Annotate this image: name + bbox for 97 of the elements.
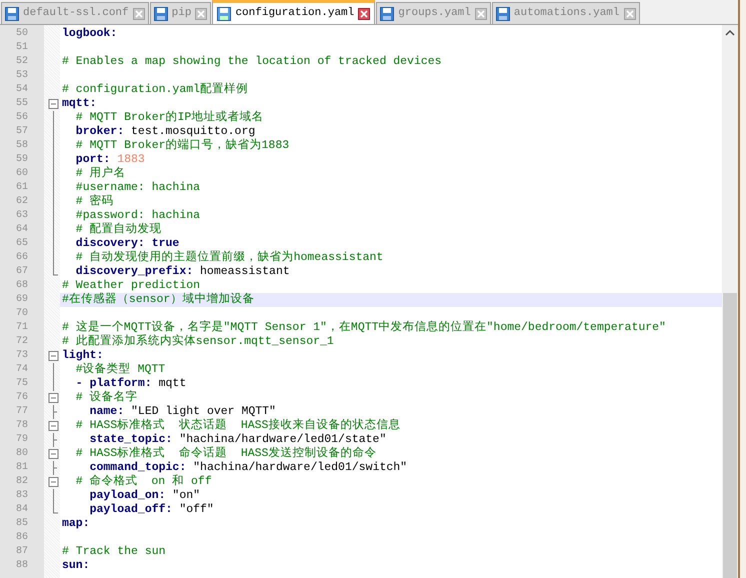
yaml-value: mqtt <box>158 377 186 390</box>
yaml-key: port: <box>62 153 110 166</box>
yaml-key: sun: <box>62 559 90 572</box>
code-comment: # HASS标准格式 状态话题 HASS接收来自设备的状态信息 <box>74 419 400 432</box>
line-number: 74 <box>16 363 28 377</box>
yaml-number: 1883 <box>116 153 145 166</box>
fold-toggle-icon[interactable] <box>48 391 59 405</box>
yaml-key: - platform: <box>62 377 152 390</box>
line-number: 62 <box>16 195 28 209</box>
line-number: 79 <box>16 433 28 447</box>
line-number: 87 <box>16 545 28 559</box>
line-number: 52 <box>16 55 28 69</box>
yaml-key: mqtt: <box>62 97 97 110</box>
close-icon[interactable] <box>358 8 370 20</box>
yaml-key: light: <box>62 349 104 362</box>
line-number: 67 <box>16 265 28 279</box>
yaml-key: name: <box>62 405 124 418</box>
line-number: 61 <box>16 181 28 195</box>
yaml-value: "on" <box>171 489 200 502</box>
file-tab[interactable]: default-ssl.conf <box>1 2 149 24</box>
line-number: 81 <box>16 461 28 475</box>
line-number: 82 <box>16 475 28 489</box>
line-number: 66 <box>16 251 28 265</box>
code-comment: #设备类型 MQTT <box>74 363 166 376</box>
line-number: 68 <box>16 279 28 293</box>
line-number: 85 <box>16 517 28 531</box>
line-number: 80 <box>16 447 28 461</box>
yaml-key: discovery_prefix: <box>62 265 194 278</box>
code-comment: # HASS标准格式 命令话题 HASS发送控制设备的命令 <box>74 447 376 460</box>
line-number: 69 <box>16 293 28 307</box>
line-number: 51 <box>16 41 28 55</box>
line-number: 84 <box>16 503 28 517</box>
line-number: 78 <box>16 419 28 433</box>
yaml-value: test.mosquitto.org <box>130 125 256 138</box>
fold-toggle-icon[interactable] <box>48 475 59 489</box>
yaml-key: broker: <box>62 125 124 138</box>
code-comment: #在传感器（sensor）域中增加设备 <box>62 293 254 306</box>
scrollbar-thumb[interactable] <box>723 293 737 578</box>
code-comment: # Track the sun <box>62 545 166 558</box>
line-number: 71 <box>16 321 28 335</box>
line-number: 75 <box>16 377 28 391</box>
line-number: 54 <box>16 83 28 97</box>
code-comment: # 此配置添加系统内实体sensor.mqtt_sensor_1 <box>62 335 334 348</box>
line-number: 83 <box>16 489 28 503</box>
line-number: 53 <box>16 69 28 83</box>
yaml-value: homeassistant <box>199 265 290 278</box>
file-tab[interactable]: groups.yaml <box>376 2 491 24</box>
yaml-key: state_topic: <box>62 433 172 446</box>
code-comment: # MQTT Broker的端口号，缺省为1883 <box>74 139 290 152</box>
line-number: 76 <box>16 391 28 405</box>
yaml-keyword: true <box>150 237 180 250</box>
line-number: 73 <box>16 349 28 363</box>
fold-toggle-icon[interactable] <box>48 419 59 433</box>
code-comment: # 密码 <box>74 195 114 208</box>
code-comment: #password: hachina <box>74 209 200 222</box>
yaml-value: "LED light over MQTT" <box>130 405 276 418</box>
yaml-key: payload_off: <box>62 503 172 516</box>
code-comment: # MQTT Broker的IP地址或者域名 <box>74 111 264 124</box>
line-number: 88 <box>16 559 28 573</box>
yaml-key: map: <box>62 517 90 530</box>
line-number: 60 <box>16 167 28 181</box>
yaml-value: "hachina/hardware/led01/state" <box>178 433 386 446</box>
fold-toggle-icon[interactable] <box>48 349 59 363</box>
line-number: 72 <box>16 335 28 349</box>
code-comment: # 设备名字 <box>74 391 138 404</box>
line-number: 64 <box>16 223 28 237</box>
line-number: 50 <box>16 27 28 41</box>
fold-toggle-icon[interactable] <box>48 447 59 461</box>
line-number: 56 <box>16 111 28 125</box>
code-comment: # 命令格式 on 和 off <box>74 475 212 488</box>
yaml-key: payload_on: <box>62 489 166 502</box>
yaml-value: "off" <box>178 503 214 516</box>
line-number: 70 <box>16 307 28 321</box>
yaml-key: command_topic: <box>62 461 186 474</box>
code-comment: # Weather prediction <box>62 279 200 292</box>
line-number: 63 <box>16 209 28 223</box>
code-comment: # 这是一个MQTT设备，名字是"MQTT Sensor 1"，在MQTT中发布信息的位置在"home/bedroom/temperature" <box>62 321 666 334</box>
line-number: 77 <box>16 405 28 419</box>
line-number: 55 <box>16 97 28 111</box>
code-comment: # 配置自动发现 <box>74 223 162 236</box>
fold-toggle-icon[interactable] <box>48 97 59 111</box>
line-number: 65 <box>16 237 28 251</box>
line-number: 58 <box>16 139 28 153</box>
yaml-key: discovery: <box>62 237 145 250</box>
code-comment: # 自动发现使用的主题位置前缀，缺省为homeassistant <box>74 251 384 264</box>
line-number: 59 <box>16 153 28 167</box>
yaml-value: "hachina/hardware/led01/switch" <box>192 461 408 474</box>
code-comment: # 用户名 <box>74 167 126 180</box>
code-comment: #username: hachina <box>74 181 200 194</box>
line-number: 57 <box>16 125 28 139</box>
line-number: 86 <box>16 531 28 545</box>
code-comment: # Enables a map showing the location of tracked devices <box>62 55 442 68</box>
file-tab[interactable]: configuration.yaml <box>212 0 376 24</box>
yaml-key: logbook: <box>62 27 118 40</box>
code-comment: # configuration.yaml配置样例 <box>62 83 248 96</box>
file-tab[interactable]: pip <box>150 2 212 24</box>
file-tab[interactable]: automations.yaml <box>492 2 640 24</box>
